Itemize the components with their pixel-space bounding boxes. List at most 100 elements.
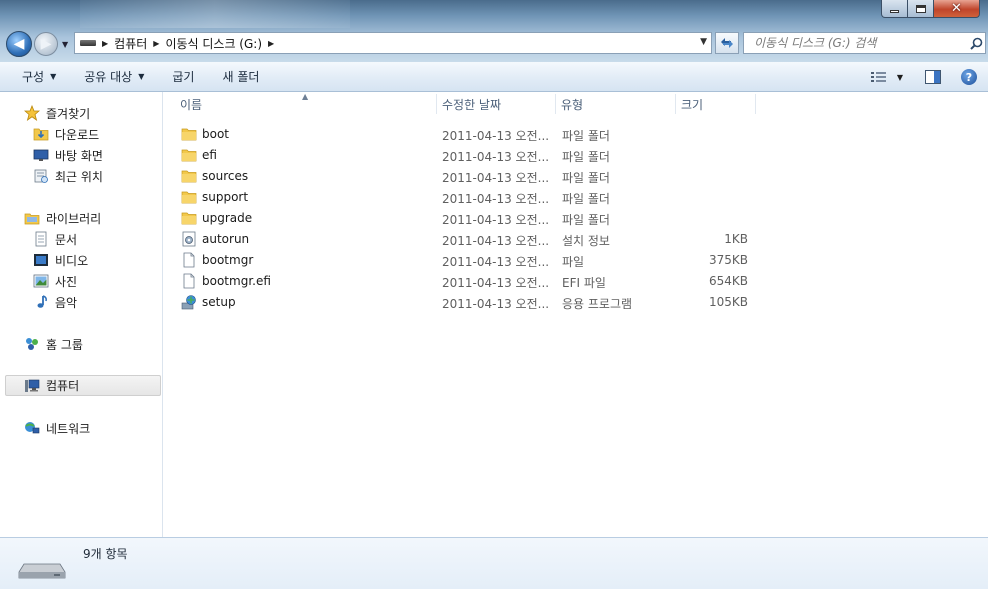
file-name: upgrade <box>202 211 253 225</box>
recent-pages-dropdown-icon[interactable]: ▼ <box>62 40 68 49</box>
table-row[interactable]: upgrade 2011-04-13 오전... 파일 폴더 <box>178 208 758 229</box>
file-type: 파일 폴더 <box>562 129 610 143</box>
sidebar-item-favorites[interactable]: 즐겨찾기 <box>24 103 90 123</box>
refresh-icon <box>721 38 733 48</box>
column-header-date-modified[interactable]: 수정한 날짜 <box>436 92 556 116</box>
file-name: setup <box>202 295 236 309</box>
new-folder-button[interactable]: 새 폴더 <box>208 64 273 90</box>
sidebar-item-homegroup[interactable]: 홈 그룹 <box>24 334 83 354</box>
file-type: 파일 폴더 <box>562 150 610 164</box>
preview-pane-icon <box>925 70 941 84</box>
chevron-right-icon[interactable]: ▶ <box>102 39 108 48</box>
file-date: 2011-04-13 오전... <box>442 297 550 311</box>
desktop-icon <box>33 147 49 163</box>
table-row[interactable]: bootmgr 2011-04-13 오전... 파일 375KB <box>178 250 758 271</box>
file-date: 2011-04-13 오전... <box>442 213 550 227</box>
organize-button[interactable]: 구성 ▼ <box>0 64 70 90</box>
blank-file-icon <box>183 273 195 289</box>
file-size: 1KB <box>724 232 748 246</box>
share-with-button[interactable]: 공유 대상 ▼ <box>70 64 158 90</box>
maximize-button[interactable] <box>908 0 934 18</box>
file-type: EFI 파일 <box>562 276 606 290</box>
computer-icon <box>24 378 40 394</box>
table-row[interactable]: setup 2011-04-13 오전... 응용 프로그램 105KB <box>178 292 758 313</box>
file-date: 2011-04-13 오전... <box>442 150 550 164</box>
navigation-pane: 즐겨찾기 다운로드 바탕 화면 최근 위치 라이브러리 문서 비디오 사진 음악… <box>0 92 163 537</box>
file-list: 이름 ▲ 수정한 날짜 유형 크기 boot 2011-04-13 오전... … <box>164 92 988 537</box>
view-options-dropdown-icon[interactable]: ▼ <box>892 64 908 90</box>
file-date: 2011-04-13 오전... <box>442 192 550 206</box>
sidebar-item-computer[interactable]: 컴퓨터 <box>5 375 161 396</box>
sidebar-item-recent-places[interactable]: 최근 위치 <box>33 166 103 186</box>
file-size: 375KB <box>708 253 748 267</box>
sidebar-item-music[interactable]: 음악 <box>33 292 77 312</box>
command-bar: 구성 ▼ 공유 대상 ▼ 굽기 새 폴더 ▼ ? <box>0 62 988 92</box>
chevron-right-icon[interactable]: ▶ <box>268 39 274 48</box>
back-button[interactable]: ◀ <box>6 31 32 57</box>
table-row[interactable]: boot 2011-04-13 오전... 파일 폴더 <box>178 124 758 145</box>
file-date: 2011-04-13 오전... <box>442 171 550 185</box>
address-dropdown-icon[interactable]: ▼ <box>700 37 707 47</box>
forward-arrow-icon: ▶ <box>40 36 52 52</box>
breadcrumb-removable-disk[interactable]: 이동식 디스크 (G:) <box>165 35 262 52</box>
sidebar-item-label: 네트워크 <box>46 421 91 436</box>
sidebar-item-label: 비디오 <box>55 253 89 268</box>
recent-places-icon <box>33 168 49 184</box>
preview-pane-button[interactable] <box>920 64 946 90</box>
sidebar-item-downloads[interactable]: 다운로드 <box>33 124 99 144</box>
file-name: boot <box>202 127 230 141</box>
folder-icon <box>181 212 197 225</box>
column-header-type[interactable]: 유형 <box>555 92 675 116</box>
file-type: 파일 폴더 <box>562 192 610 206</box>
setup-app-icon <box>181 295 196 310</box>
file-name: bootmgr.efi <box>202 274 271 288</box>
breadcrumb-computer[interactable]: 컴퓨터 <box>114 35 147 52</box>
sidebar-item-label: 사진 <box>55 274 78 289</box>
search-input[interactable] <box>744 33 967 53</box>
network-icon <box>24 420 40 436</box>
table-row[interactable]: autorun 2011-04-13 오전... 설치 정보 1KB <box>178 229 758 250</box>
share-with-label: 공유 대상 <box>84 70 133 84</box>
sidebar-item-videos[interactable]: 비디오 <box>33 250 88 270</box>
file-name: bootmgr <box>202 253 254 267</box>
column-divider[interactable] <box>755 94 756 114</box>
sidebar-item-network[interactable]: 네트워크 <box>24 418 90 438</box>
burn-button[interactable]: 굽기 <box>158 64 208 90</box>
change-view-button[interactable] <box>866 64 892 90</box>
column-header-label: 수정한 날짜 <box>442 97 502 112</box>
music-note-icon <box>33 294 49 310</box>
file-type: 파일 폴더 <box>562 171 610 185</box>
column-header-size[interactable]: 크기 <box>675 92 755 116</box>
search-icon[interactable] <box>967 37 985 50</box>
table-row[interactable]: efi 2011-04-13 오전... 파일 폴더 <box>178 145 758 166</box>
chevron-right-icon[interactable]: ▶ <box>153 39 159 48</box>
file-type: 파일 폴더 <box>562 213 610 227</box>
refresh-button[interactable] <box>715 32 739 54</box>
file-type: 설치 정보 <box>562 234 610 248</box>
file-date: 2011-04-13 오전... <box>442 129 550 143</box>
sidebar-item-documents[interactable]: 문서 <box>33 229 77 249</box>
file-size: 105KB <box>708 295 748 309</box>
table-row[interactable]: sources 2011-04-13 오전... 파일 폴더 <box>178 166 758 187</box>
sidebar-item-pictures[interactable]: 사진 <box>33 271 77 291</box>
removable-disk-icon <box>18 563 66 579</box>
forward-button[interactable]: ▶ <box>34 32 58 56</box>
close-button[interactable]: ✕ <box>934 0 980 18</box>
search-box <box>743 32 986 54</box>
close-icon: ✕ <box>951 1 962 16</box>
minimize-button[interactable] <box>881 0 908 18</box>
chevron-down-icon: ▼ <box>50 72 57 81</box>
title-bar-glass <box>80 0 350 28</box>
table-row[interactable]: support 2011-04-13 오전... 파일 폴더 <box>178 187 758 208</box>
downloads-folder-icon <box>33 126 49 142</box>
address-bar[interactable]: ▶ 컴퓨터 ▶ 이동식 디스크 (G:) ▶ ▼ <box>74 32 712 54</box>
sidebar-item-label: 컴퓨터 <box>46 379 80 393</box>
sidebar-item-libraries[interactable]: 라이브러리 <box>24 208 101 228</box>
folder-icon <box>181 149 197 162</box>
sidebar-item-desktop[interactable]: 바탕 화면 <box>33 145 103 165</box>
sidebar-item-label: 문서 <box>55 232 78 247</box>
command-bar-right: ▼ ? <box>866 62 988 92</box>
table-row[interactable]: bootmgr.efi 2011-04-13 오전... EFI 파일 654K… <box>178 271 758 292</box>
help-button[interactable]: ? <box>956 64 982 90</box>
view-list-icon <box>871 72 886 82</box>
